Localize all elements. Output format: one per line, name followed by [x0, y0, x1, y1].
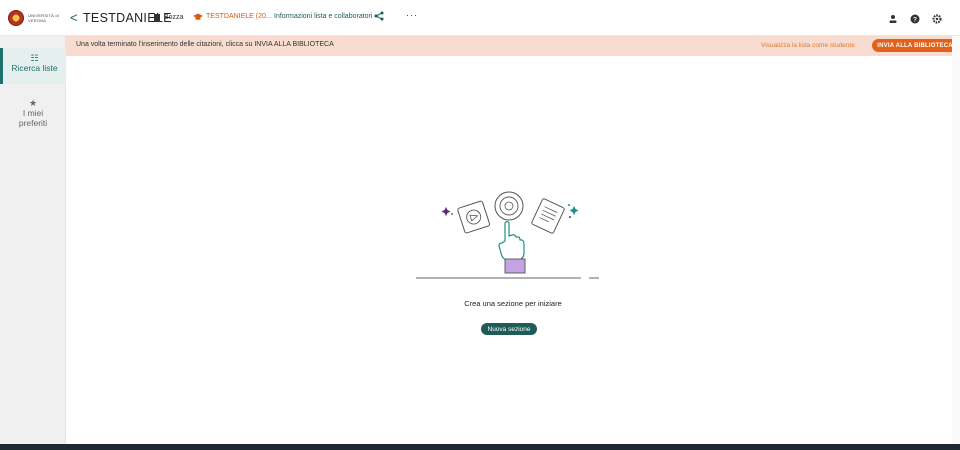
more-options-icon[interactable]: ··· — [406, 10, 418, 20]
empty-state-illustration — [416, 191, 599, 279]
main-content: Crea una sezione per iniziare Nuova sezi… — [66, 56, 960, 444]
notification-banner: Una volta terminato l'inserimento delle … — [66, 36, 960, 56]
status-label: Bozza — [164, 14, 184, 21]
back-button[interactable]: < — [70, 11, 78, 24]
university-seal-icon — [8, 10, 24, 26]
logo-text: UNIVERSITÀ di VERONA — [28, 13, 59, 23]
sidebar-item-label: I miei — [22, 108, 44, 118]
top-bar: UNIVERSITÀ di VERONA < TESTDANIELE Bozza… — [0, 0, 960, 36]
list-icon: ☷ — [30, 53, 39, 63]
gear-icon[interactable] — [932, 14, 942, 24]
sidebar-item-favorites[interactable]: ★ I miei preferiti — [0, 98, 66, 128]
sidebar-item-label: preferiti — [18, 118, 48, 128]
sidebar-item-search-lists[interactable]: ☷ Ricerca liste — [0, 48, 66, 84]
user-icon[interactable] — [888, 14, 898, 24]
graduation-cap-icon — [193, 13, 203, 20]
draft-document-icon — [154, 14, 160, 22]
share-icon[interactable] — [374, 11, 384, 21]
new-section-button[interactable]: Nuova sezione — [481, 323, 537, 335]
course-link[interactable]: TESTDANIELE (20... — [206, 13, 272, 20]
star-icon: ★ — [28, 98, 38, 108]
right-edge-panel — [952, 36, 960, 444]
banner-message: Una volta terminato l'inserimento delle … — [76, 41, 334, 48]
taskbar — [0, 444, 960, 450]
list-info-link[interactable]: Informazioni lista e collaboratori — [274, 13, 372, 20]
student-view-link[interactable]: Visualizza la lista come studente — [761, 42, 855, 49]
sidebar-item-label: Ricerca liste — [11, 63, 58, 73]
send-to-library-button[interactable]: INVIA ALLA BIBLIOTECA — [872, 39, 958, 52]
svg-text:?: ? — [913, 16, 917, 23]
sidebar: ☷ Ricerca liste ★ I miei preferiti — [0, 36, 66, 444]
help-icon[interactable]: ? — [910, 14, 920, 24]
empty-state-message: Crea una sezione per iniziare — [464, 299, 562, 308]
university-logo[interactable]: UNIVERSITÀ di VERONA — [8, 8, 64, 28]
